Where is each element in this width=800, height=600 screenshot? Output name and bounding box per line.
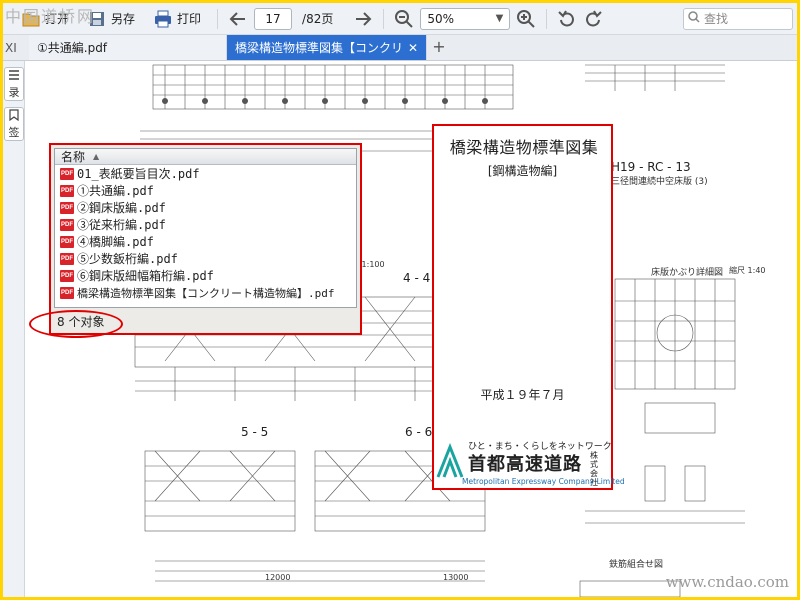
zoom-value: 50%: [427, 11, 455, 26]
cover-subtitle: [鋼構造物編]: [487, 164, 558, 178]
pdf-icon: PDF: [60, 218, 74, 231]
pdf-icon: PDF: [60, 286, 74, 299]
pdf-icon: PDF: [60, 235, 74, 248]
search-input[interactable]: 查找: [683, 7, 793, 30]
column-header-name[interactable]: 名称 ▲: [55, 149, 356, 165]
print-label: 打印: [177, 12, 202, 26]
tab-partial[interactable]: XI: [3, 36, 29, 60]
section-label-4: 4 - 4: [403, 271, 431, 285]
dimension-a: 12000: [265, 573, 291, 582]
pdf-icon: PDF: [60, 252, 74, 265]
list-icon: [8, 69, 20, 84]
file-name: ③従来桁編.pdf: [77, 218, 166, 232]
tab-bar: XI ①共通編.pdf 橋梁構造物標準図集【コンクリ ✕ +: [3, 35, 797, 61]
page-total: /82页: [302, 12, 334, 26]
chevron-down-icon: ▼: [495, 12, 504, 24]
section-label-6: 6 - 6: [405, 425, 433, 439]
bookmark-label: 签: [8, 125, 20, 139]
outline-label: 录: [8, 85, 20, 99]
open-label: 打开: [45, 12, 70, 26]
file-item[interactable]: PDF 橋梁構造物標準図集【コンクリート構造物編】.pdf: [55, 284, 356, 301]
rotate-right-icon[interactable]: [583, 9, 603, 29]
file-name: ⑥鋼床版細幅箱桁編.pdf: [77, 269, 214, 283]
save-as-label: 另存: [111, 12, 136, 26]
search-icon: [688, 11, 700, 26]
detail-title: 床版かぶり詳細図: [651, 268, 724, 278]
cover-title: 橋梁構造物標準図集: [449, 138, 599, 157]
save-icon: [87, 9, 107, 29]
toolbar-divider: [383, 8, 385, 29]
pdf-icon: PDF: [60, 167, 74, 180]
cover-date: 平成１９年７月: [480, 388, 565, 402]
logo-english: Metropolitan Expressway Company Limited: [462, 477, 625, 486]
logo-name: 首都高速道路: [468, 454, 582, 475]
file-list: 名称 ▲ PDF 01_表紙要旨目次.pdf PDF ①共通編.pdf PDF ②鋼床…: [54, 148, 357, 308]
zoom-out-icon[interactable]: [394, 9, 414, 29]
tab-common[interactable]: ①共通編.pdf: [29, 35, 227, 60]
file-name: ⑤少数鈑桁編.pdf: [77, 252, 178, 266]
printer-icon: [153, 9, 173, 29]
close-icon[interactable]: ✕: [408, 41, 418, 55]
tab-bridge-standards[interactable]: 橋梁構造物標準図集【コンクリ ✕: [227, 35, 427, 60]
rotate-left-icon[interactable]: [557, 9, 577, 29]
rebar-title: 鉄筋組合せ図: [609, 560, 664, 570]
file-item[interactable]: PDF 01_表紙要旨目次.pdf: [55, 165, 356, 182]
zoom-in-icon[interactable]: [516, 9, 536, 29]
zoom-select[interactable]: 50% ▼: [420, 7, 511, 30]
file-name: ①共通編.pdf: [77, 184, 154, 198]
search-placeholder: 查找: [704, 12, 729, 26]
cover-page-preview: 橋梁構造物標準図集 [鋼構造物編] 平成１９年７月 ひと・まち・くらしをネットワ…: [432, 124, 625, 490]
page-number-input[interactable]: 17: [254, 7, 293, 30]
save-as-button[interactable]: 另存: [81, 7, 141, 31]
file-name: ④橋脚編.pdf: [77, 235, 154, 249]
open-button[interactable]: 打开: [15, 7, 75, 31]
file-name: 橋梁構造物標準図集【コンクリート構造物編】.pdf: [77, 286, 335, 300]
file-item[interactable]: PDF ④橋脚編.pdf: [55, 233, 356, 250]
sort-ascending-icon: ▲: [93, 152, 100, 161]
file-item[interactable]: PDF ⑤少数鈑桁編.pdf: [55, 250, 356, 267]
dimension-b: 13000: [443, 573, 469, 582]
toolbar-divider: [546, 8, 548, 29]
toolbar-divider: [217, 8, 219, 29]
app-window: 中国道桥网 打开 另存 打印 17 /82页 50% ▼ 查找 XI ①共通編.…: [3, 3, 797, 597]
print-button[interactable]: 打印: [147, 7, 207, 31]
arrow-right-icon[interactable]: [353, 9, 373, 29]
object-count: 8 个对象: [57, 315, 105, 329]
pdf-icon: PDF: [60, 269, 74, 282]
pdf-icon: PDF: [60, 201, 74, 214]
tab-label: ①共通編.pdf: [37, 41, 108, 55]
sheet-description: 三径間連続中空床版 (3): [611, 177, 708, 187]
file-name: ②鋼床版編.pdf: [77, 201, 166, 215]
pdf-icon: PDF: [60, 184, 74, 197]
folder-icon: [21, 9, 41, 29]
company-logo: ひと・まち・くらしをネットワーク 首都高速道路 株式会社 Metropolita…: [434, 439, 625, 489]
sidebar: 录 签: [3, 61, 25, 597]
file-item[interactable]: PDF ①共通編.pdf: [55, 182, 356, 199]
file-item[interactable]: PDF ②鋼床版編.pdf: [55, 199, 356, 216]
bookmark-icon: [8, 108, 20, 124]
detail-scale: 縮尺 1:40: [729, 266, 766, 275]
bookmark-button[interactable]: 签: [4, 107, 24, 141]
new-tab-button[interactable]: +: [427, 36, 451, 60]
outline-button[interactable]: 录: [4, 67, 24, 101]
section-label-5: 5 - 5: [241, 425, 269, 439]
tab-label: 橋梁構造物標準図集【コンクリ: [235, 41, 402, 55]
column-header-label: 名称: [61, 150, 86, 164]
sheet-code: H19 - RC - 13: [611, 160, 691, 174]
file-list-panel: 名称 ▲ PDF 01_表紙要旨目次.pdf PDF ①共通編.pdf PDF ②鋼床…: [49, 143, 362, 335]
logo-mark-icon: [436, 443, 464, 478]
file-item[interactable]: PDF ⑥鋼床版細幅箱桁編.pdf: [55, 267, 356, 284]
file-name: 01_表紙要旨目次.pdf: [77, 167, 200, 181]
file-item[interactable]: PDF ③従来桁編.pdf: [55, 216, 356, 233]
arrow-left-icon[interactable]: [228, 9, 248, 29]
toolbar: 打开 另存 打印 17 /82页 50% ▼ 查找: [3, 3, 797, 35]
